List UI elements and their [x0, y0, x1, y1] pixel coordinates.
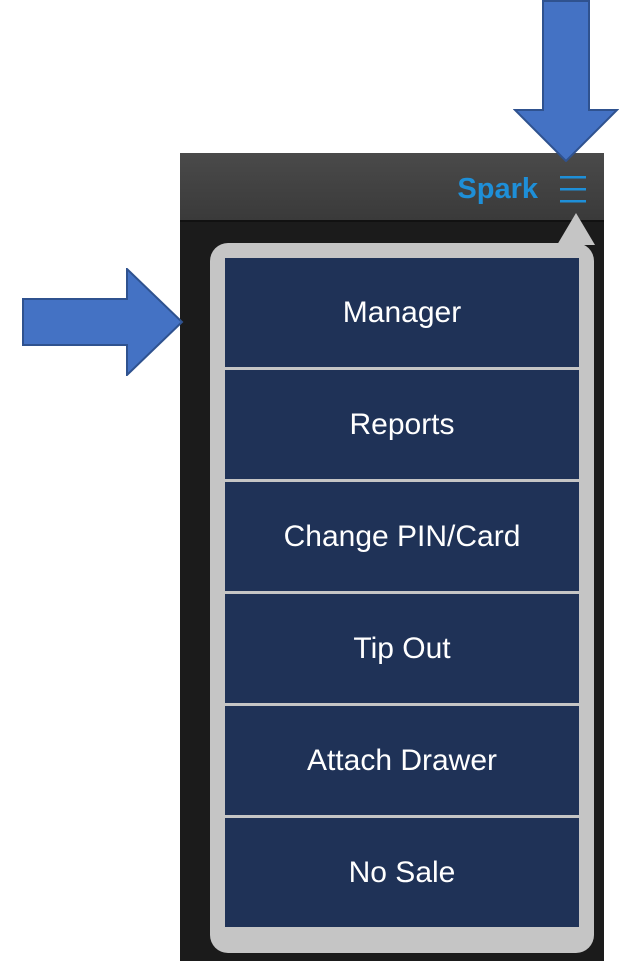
menu-item-reports[interactable]: Reports	[225, 370, 579, 479]
hamburger-menu-icon[interactable]	[554, 171, 592, 207]
menu-item-label: Tip Out	[353, 631, 451, 665]
menu-item-attach-drawer[interactable]: Attach Drawer	[225, 706, 579, 815]
menu-item-label: Manager	[342, 295, 462, 329]
menu-item-label: Attach Drawer	[306, 743, 498, 777]
menu-item-tip-out[interactable]: Tip Out	[225, 594, 579, 703]
popover-pointer	[557, 213, 595, 245]
screenshot-canvas: Spark Manager Reports Change PIN/Card Ti…	[0, 0, 634, 961]
menu-item-label: Reports	[349, 407, 455, 441]
menu-list: Manager Reports Change PIN/Card Tip Out …	[225, 258, 579, 927]
menu-item-no-sale[interactable]: No Sale	[225, 818, 579, 927]
menu-item-label: No Sale	[348, 855, 456, 889]
arrow-down-icon	[512, 0, 620, 167]
app-panel: Spark Manager Reports Change PIN/Card Ti…	[180, 153, 604, 961]
menu-item-manager[interactable]: Manager	[225, 258, 579, 367]
menu-popover: Manager Reports Change PIN/Card Tip Out …	[210, 243, 594, 953]
arrow-right-icon	[22, 266, 184, 381]
menu-item-label: Change PIN/Card	[283, 519, 521, 553]
menu-item-change-pin-card[interactable]: Change PIN/Card	[225, 482, 579, 591]
app-title: Spark	[457, 173, 538, 205]
